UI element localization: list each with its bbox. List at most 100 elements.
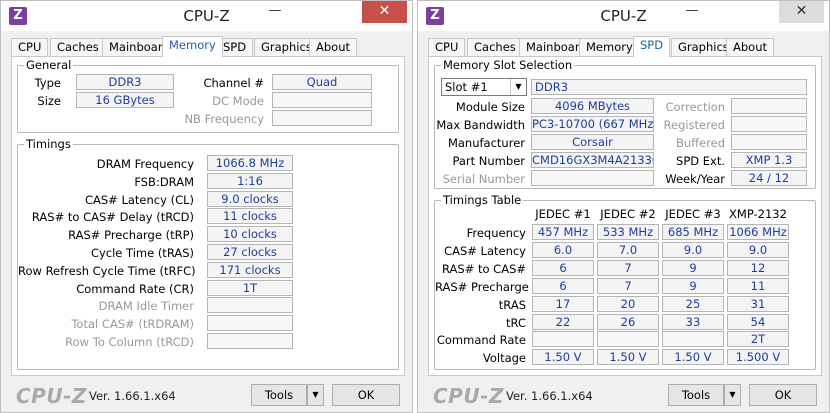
timing-label: Command Rate (CR) [76, 281, 194, 296]
tab-memory[interactable]: Memory [162, 36, 223, 57]
timings-cell: 33 [662, 313, 724, 330]
tab-caches[interactable]: Caches [50, 38, 106, 56]
channel-label: Channel # [203, 76, 264, 90]
timing-value [207, 315, 293, 332]
tab-caches[interactable]: Caches [467, 38, 523, 56]
tools-dropdown-icon[interactable]: ▼ [307, 384, 324, 406]
group-title: Timings [24, 137, 73, 151]
timings-column-header: JEDEC #1 [535, 207, 591, 221]
channel-value: Quad [272, 74, 372, 90]
memory-slot-group: Memory Slot Selection Slot #1 ▼ DDR3 Mod… [434, 58, 816, 189]
group-title: Timings Table [441, 193, 524, 207]
timing-value: 171 clocks [207, 261, 293, 278]
nb-frequency-value [272, 110, 372, 126]
registered-label: Registered [663, 118, 725, 132]
slot-select[interactable]: Slot #1 ▼ [441, 78, 527, 96]
minimize-icon[interactable]: — [260, 1, 290, 23]
timings-cell: 22 [532, 313, 594, 330]
tab-cpu[interactable]: CPU [428, 38, 466, 56]
timing-label: RAS# to CAS# Delay (tRCD) [31, 210, 194, 225]
cpuz-window-memory: Z CPU-Z — ✕ CPU Caches Mainboard Memory … [0, 0, 413, 413]
tools-dropdown-icon[interactable]: ▼ [724, 384, 741, 406]
type-value: DDR3 [76, 74, 174, 90]
ok-button[interactable]: OK [749, 384, 817, 406]
part-number-label: Part Number [452, 154, 525, 168]
timings-cell: 20 [597, 295, 659, 312]
timing-value: 10 clocks [207, 226, 293, 243]
minimize-icon[interactable]: — [677, 1, 707, 23]
timing-label: Row Refresh Cycle Time (tRFC) [18, 263, 196, 278]
title-bar[interactable]: Z CPU-Z — ✕ [418, 1, 829, 31]
timings-cell: 1.50 V [662, 349, 724, 366]
timing-label: CAS# Latency (CL) [84, 192, 194, 207]
tab-memory[interactable]: Memory [579, 38, 640, 56]
close-icon[interactable]: ✕ [779, 1, 824, 23]
timings-row-label: Frequency [466, 226, 526, 240]
close-icon[interactable]: ✕ [362, 1, 407, 23]
timings-cell: 6 [532, 259, 594, 276]
timings-cell: 12 [727, 259, 789, 276]
tab-about[interactable]: About [726, 38, 775, 56]
timings-cell: 7 [597, 277, 659, 294]
timings-cell: 26 [597, 313, 659, 330]
timings-cell: 2T [727, 331, 789, 348]
correction-value [731, 98, 807, 114]
timings-column-header: XMP-2132 [729, 207, 787, 221]
manufacturer-label: Manufacturer [447, 136, 525, 150]
spd-panel: Memory Slot Selection Slot #1 ▼ DDR3 Mod… [428, 56, 822, 376]
tools-button[interactable]: Tools [251, 384, 307, 406]
timings-cell: 7.0 [597, 241, 659, 258]
max-bandwidth-value: PC3-10700 (667 MHz) [531, 116, 654, 132]
timing-value: 1066.8 MHz [207, 155, 293, 171]
timings-row-label: tRC [506, 315, 526, 330]
tab-spd[interactable]: SPD [633, 36, 671, 57]
manufacturer-value: Corsair [531, 134, 654, 150]
timings-cell [532, 331, 594, 348]
timings-table-group: Timings Table JEDEC #1 JEDEC #2 JEDEC #3 XM… [434, 193, 816, 370]
timings-cell: 31 [727, 295, 789, 312]
timing-value [207, 333, 293, 349]
memory-type-value: DDR3 [531, 79, 807, 95]
timings-row-label: CAS# Latency [444, 243, 526, 258]
memory-panel: General Type DDR3 Size 16 GBytes Channel… [11, 56, 405, 376]
timings-cell: 1.500 V [727, 349, 789, 366]
size-label: Size [37, 94, 61, 108]
timings-cell: 1066 MHz [727, 224, 789, 240]
timing-value: 1T [207, 279, 293, 296]
timings-group: Timings DRAM Frequency 1066.8 MHz FSB:DRAM… [17, 137, 399, 370]
timing-value: 27 clocks [207, 244, 293, 260]
timings-cell: 25 [662, 295, 724, 312]
correction-label: Correction [665, 100, 726, 114]
timing-label: FSB:DRAM [134, 174, 194, 189]
group-title: Memory Slot Selection [441, 58, 575, 72]
nb-frequency-label: NB Frequency [184, 112, 264, 126]
timings-cell: 6 [532, 277, 594, 294]
timings-row-label: Voltage [482, 351, 526, 366]
part-number-value: CMD16GX3M4A2133C9 [531, 152, 654, 168]
timing-label: Cycle Time (tRAS) [90, 246, 194, 260]
timings-cell: 1.50 V [597, 349, 659, 366]
max-bandwidth-label: Max Bandwidth [436, 118, 525, 132]
chevron-down-icon[interactable]: ▼ [510, 79, 526, 95]
timing-label: Total CAS# (tRDRAM) [71, 317, 194, 332]
tab-cpu[interactable]: CPU [11, 38, 49, 56]
timing-label: DRAM Idle Timer [98, 299, 194, 314]
title-bar[interactable]: Z CPU-Z — ✕ [1, 1, 412, 31]
tools-button[interactable]: Tools [668, 384, 724, 406]
timings-cell: 457 MHz [532, 224, 594, 240]
cpuz-logo: CPU-Z [16, 384, 87, 408]
timings-column-header: JEDEC #2 [600, 207, 656, 221]
group-title: General [24, 58, 74, 72]
serial-number-value [531, 170, 654, 186]
type-label: Type [34, 76, 61, 90]
tab-about[interactable]: About [309, 38, 358, 56]
timings-cell: 9.0 [727, 241, 789, 258]
buffered-value [731, 134, 807, 150]
ok-button[interactable]: OK [332, 384, 400, 406]
module-size-label: Module Size [455, 100, 525, 114]
timings-cell: 9 [662, 259, 724, 276]
timings-cell: 7 [597, 259, 659, 276]
timings-column-header: JEDEC #3 [665, 207, 721, 221]
timings-cell [662, 331, 724, 348]
version-text: Ver. 1.66.1.x64 [89, 389, 176, 403]
